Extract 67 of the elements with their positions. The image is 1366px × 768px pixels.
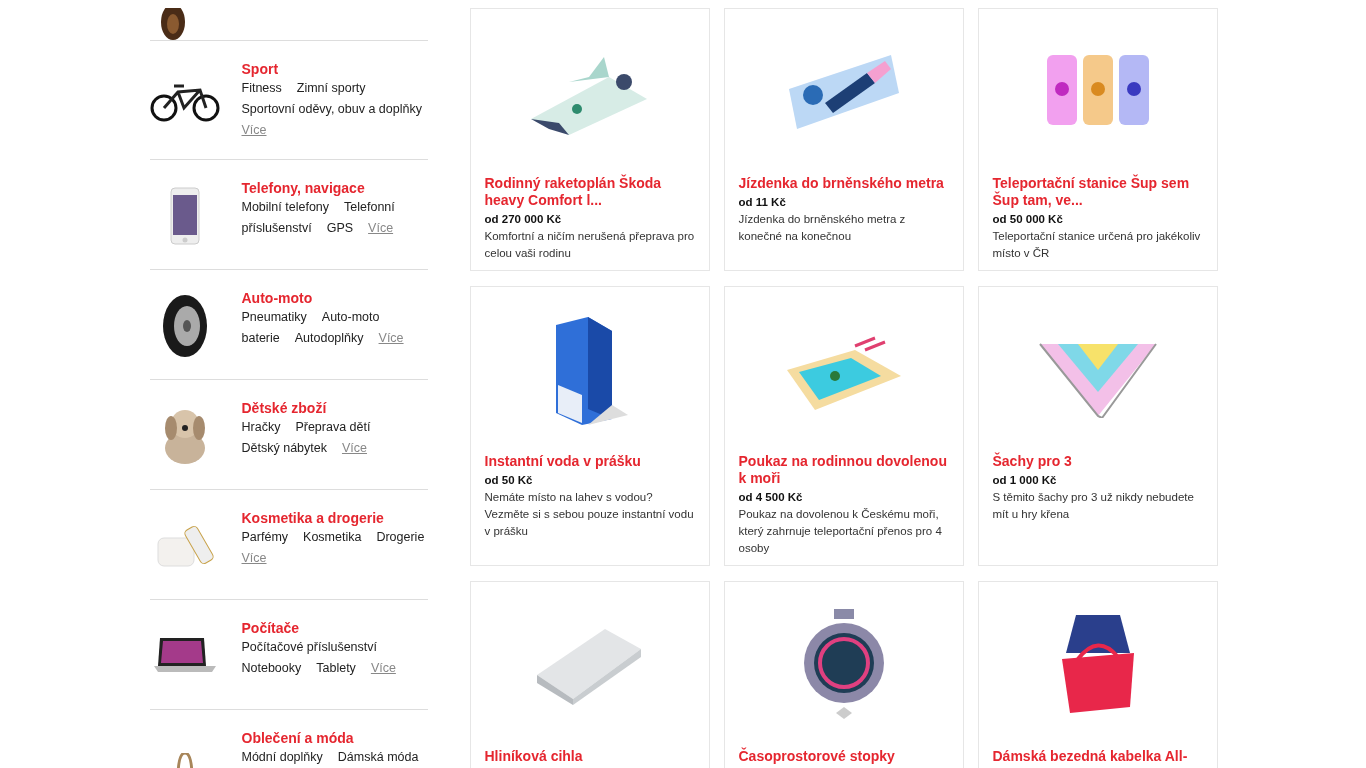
subcategory-link[interactable]: GPS xyxy=(326,218,354,239)
subcategory-link[interactable]: Zimní sporty xyxy=(296,78,366,99)
category-title[interactable]: Telefony, navigace xyxy=(241,180,428,197)
subcategory-link[interactable]: Dámská móda xyxy=(337,747,419,768)
more-link[interactable]: Více xyxy=(378,328,404,349)
more-link[interactable]: Více xyxy=(370,658,396,679)
subcategory-link[interactable]: Parfémy xyxy=(241,527,289,548)
phone-drawing xyxy=(169,186,200,245)
product-name[interactable]: Jízdenka do brněnského metra xyxy=(738,175,949,192)
subcategory-link[interactable]: Tablety xyxy=(316,658,356,679)
tire-drawing xyxy=(160,293,209,358)
subcategory-link[interactable]: Autodoplňky xyxy=(294,328,364,349)
product-name[interactable]: Šachy pro 3 xyxy=(992,453,1203,470)
product-card[interactable]: Poukaz na rodinnou dovolenou k moři od 4 500 Kč Poukaz na dovolenou k Českému moři, který zahrnuje teleportační přenos pro 4 osoby xyxy=(723,286,964,566)
product-card[interactable]: Instantní voda v prášku od 50 Kč Nemáte místo na lahev s vodou? Vezměte si s sebou pouze instantní vodu v prášku xyxy=(469,286,710,566)
product-name[interactable]: Poukaz na rodinnou dovolenou k moři xyxy=(738,453,949,487)
more-link[interactable]: Více xyxy=(368,218,394,239)
product-name[interactable]: Instantní voda v prášku xyxy=(484,453,695,470)
subcategory-link[interactable]: Módní doplňky xyxy=(241,747,323,768)
product-card[interactable]: Šachy pro 3 od 1 000 Kč S těmito šachy pro 3 už nikdy nebudete mít u hry křena xyxy=(977,286,1218,566)
category-title[interactable]: Sport xyxy=(241,61,428,78)
product-name[interactable]: Časoprostorové stopky xyxy=(738,748,949,765)
product-name[interactable]: Teleportační stanice Šup sem Šup tam, ve... xyxy=(992,175,1203,209)
product-name[interactable]: Rodinný raketoplán Škoda heavy Comfort l... xyxy=(484,175,695,209)
subcategory-link[interactable]: Hračky xyxy=(241,417,281,438)
more-link[interactable]: Více xyxy=(241,548,267,569)
product-description: Teleportační stanice určená pro jakékoliv místo v ČR xyxy=(992,229,1202,261)
product-card[interactable]: Teleportační stanice Šup sem Šup tam, ve... od 50 000 Kč Teleportační stanice určená pro jakékoliv místo v ČR xyxy=(977,8,1218,271)
product-card[interactable]: Jízdenka do brněnského metra od 11 Kč Jízdenka do brněnského metra z konečné na konečnou xyxy=(723,8,964,271)
category-title[interactable]: Počítače xyxy=(241,620,428,637)
product-card[interactable]: Hliníková cihla xyxy=(469,581,710,768)
subcategory-link[interactable]: Auto-moto xyxy=(321,307,380,328)
product-name[interactable]: Hliníková cihla xyxy=(484,748,695,765)
product-card[interactable]: Dámská bezedná kabelka All- xyxy=(977,581,1218,768)
product-description: Poukaz na dovolenou k Českému moři, který zahrnuje teleportační přenos pro 4 osoby xyxy=(738,507,943,556)
product-description: S těmito šachy pro 3 už nikdy nebudete mít u hry křena xyxy=(992,490,1195,522)
subcategory-link[interactable]: příslušenství xyxy=(241,218,312,239)
category-title[interactable]: Kosmetika a drogerie xyxy=(241,510,428,527)
category-title[interactable]: Oblečení a móda xyxy=(241,730,428,747)
product-description: Komfortní a ničím nerušená přeprava pro celou vaši rodinu xyxy=(484,229,695,261)
subcategory-link[interactable]: Pneumatiky xyxy=(241,307,307,328)
product-price: od 270 000 Kč xyxy=(484,212,563,227)
subcategory-link[interactable]: baterie xyxy=(241,328,280,349)
product-price: od 1 000 Kč xyxy=(992,473,1058,488)
product-price: od 11 Kč xyxy=(738,195,787,210)
product-description: Nemáte místo na lahev s vodou? Vezměte si s sebou pouze instantní vodu v prášku xyxy=(484,490,695,539)
product-description: Jízdenka do brněnského metra z konečné na konečnou xyxy=(738,212,907,244)
subcategory-link[interactable]: Telefonní xyxy=(344,197,395,218)
subcategory-link[interactable]: Sportovní oděvy, obuv a doplňky xyxy=(241,99,422,120)
subcategory-link[interactable]: Počítačové příslušenství xyxy=(241,637,377,658)
product-price: od 4 500 Kč xyxy=(738,490,804,505)
subcategory-link[interactable]: Kosmetika xyxy=(303,527,362,548)
category-title[interactable]: Auto-moto xyxy=(241,290,428,307)
more-link[interactable]: Více xyxy=(341,438,367,459)
subcategory-link[interactable]: Fitness xyxy=(241,78,282,99)
subcategory-link[interactable]: Notebooky xyxy=(241,658,302,679)
more-link[interactable]: Více xyxy=(241,120,267,141)
subcategory-link[interactable]: Dětský nábytek xyxy=(241,438,327,459)
product-card[interactable]: Rodinný raketoplán Škoda heavy Comfort l... od 270 000 Kč Komfortní a ničím nerušená přeprava pro celou vaši rodinu xyxy=(469,8,710,271)
subcategory-link[interactable]: Mobilní telefony xyxy=(241,197,330,218)
product-name[interactable]: Dámská bezedná kabelka All- xyxy=(992,748,1203,765)
subcategory-link[interactable]: Drogerie xyxy=(376,527,425,548)
product-card[interactable]: Časoprostorové stopky xyxy=(723,581,964,768)
product-price: od 50 000 Kč xyxy=(992,212,1064,227)
subcategory-link[interactable]: Přeprava dětí xyxy=(295,417,371,438)
category-title[interactable]: Dětské zboží xyxy=(241,400,428,417)
product-price: od 50 Kč xyxy=(484,473,534,488)
